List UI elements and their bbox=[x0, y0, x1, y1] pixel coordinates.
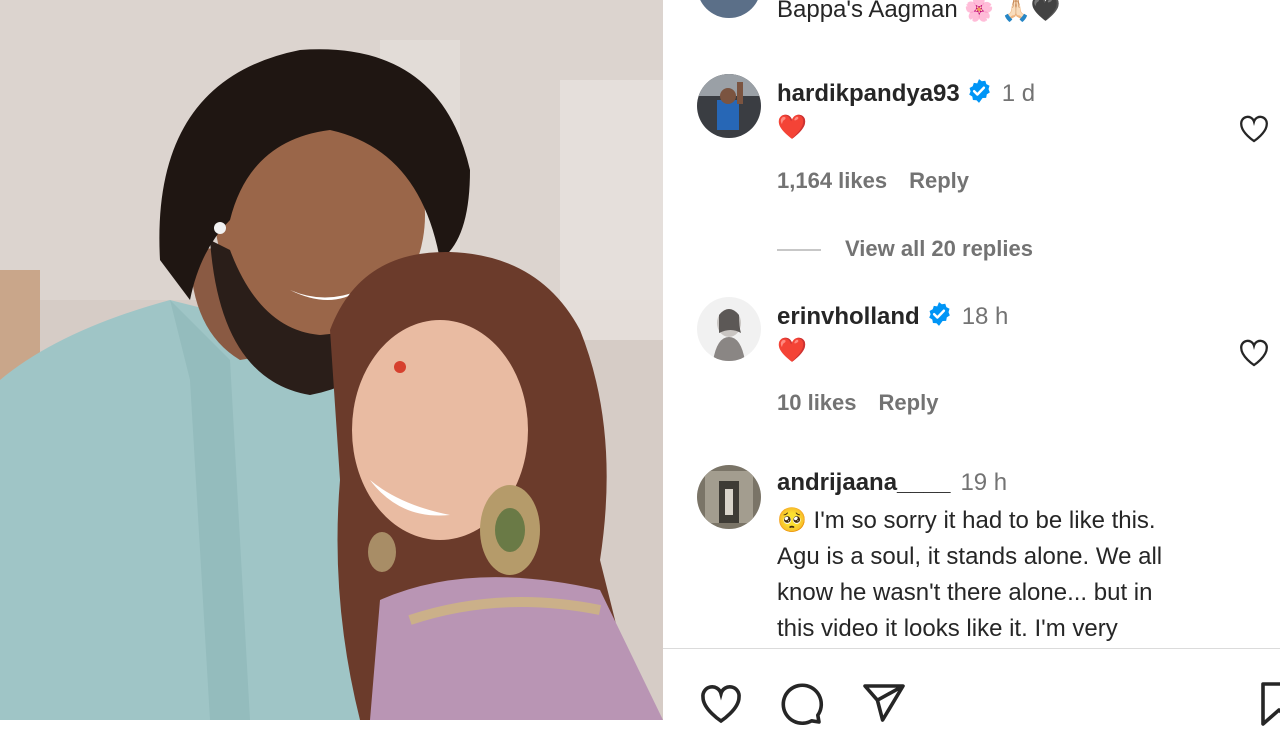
verified-badge-icon bbox=[966, 78, 992, 111]
verified-badge-icon bbox=[926, 301, 952, 334]
bookmark-icon[interactable] bbox=[1255, 680, 1280, 728]
heart-icon[interactable] bbox=[697, 680, 745, 728]
avatar-image bbox=[697, 74, 761, 138]
comment-text: 🥺 I'm so sorry it had to be like this. A… bbox=[777, 503, 1247, 647]
avatar-image bbox=[697, 465, 761, 529]
avatar[interactable] bbox=[697, 74, 761, 138]
avatar-image bbox=[697, 297, 761, 361]
comment-icon[interactable] bbox=[777, 680, 825, 728]
reply-button[interactable]: Reply bbox=[879, 390, 939, 415]
replies-line bbox=[777, 249, 821, 252]
likes-count[interactable]: 10 likes bbox=[777, 390, 857, 415]
caption-avatar[interactable] bbox=[697, 0, 761, 18]
username[interactable]: andrijaana____ bbox=[777, 469, 950, 496]
username[interactable]: erinvholland bbox=[777, 303, 920, 330]
share-icon[interactable] bbox=[859, 680, 907, 728]
comment-header: hardikpandya93 1 d bbox=[777, 78, 1035, 111]
reply-button[interactable]: Reply bbox=[909, 168, 969, 193]
avatar[interactable] bbox=[697, 297, 761, 361]
comment-meta: 10 likes Reply bbox=[777, 390, 938, 416]
username[interactable]: hardikpandya93 bbox=[777, 80, 960, 107]
likes-count[interactable]: 1,164 likes bbox=[777, 168, 887, 193]
couple-photo bbox=[0, 0, 663, 720]
comment-header: erinvholland 18 h bbox=[777, 301, 1008, 334]
comment-header: andrijaana____ 19 h bbox=[777, 469, 1007, 497]
comment-time: 1 d bbox=[1001, 79, 1036, 107]
post-photo[interactable] bbox=[0, 0, 663, 720]
action-bar-divider bbox=[663, 648, 1280, 649]
comment-line: this video it looks like it. I'm very bbox=[777, 615, 1118, 642]
comment-line: 🥺 I'm so sorry it had to be like this. bbox=[777, 507, 1156, 534]
comment-time: 18 h bbox=[961, 302, 1009, 330]
caption-emoji: 🌸 🙏🏻🖤 bbox=[964, 0, 1061, 23]
like-comment-icon[interactable] bbox=[1237, 336, 1271, 370]
avatar[interactable] bbox=[697, 465, 761, 529]
avatar-image bbox=[697, 0, 761, 18]
comment-line: know he wasn't there alone... but in bbox=[777, 579, 1153, 606]
comment-line: Agu is a soul, it stands alone. We all bbox=[777, 543, 1163, 570]
caption-words: Bappa's Aagman bbox=[777, 0, 958, 23]
comment-time: 19 h bbox=[960, 469, 1008, 496]
view-replies-label: View all 20 replies bbox=[845, 236, 1033, 261]
like-comment-icon[interactable] bbox=[1237, 112, 1271, 146]
comment-text: ❤️ bbox=[777, 114, 807, 141]
comment-meta: 1,164 likes Reply bbox=[777, 168, 969, 194]
caption-text: Bappa's Aagman 🌸 🙏🏻🖤 bbox=[777, 0, 1061, 28]
view-replies-button[interactable]: View all 20 replies bbox=[777, 236, 1033, 262]
comments-panel: Bappa's Aagman 🌸 🙏🏻🖤 hardikpandya93 1 d ❤… bbox=[663, 0, 1280, 726]
comment-text: ❤️ bbox=[777, 337, 807, 364]
